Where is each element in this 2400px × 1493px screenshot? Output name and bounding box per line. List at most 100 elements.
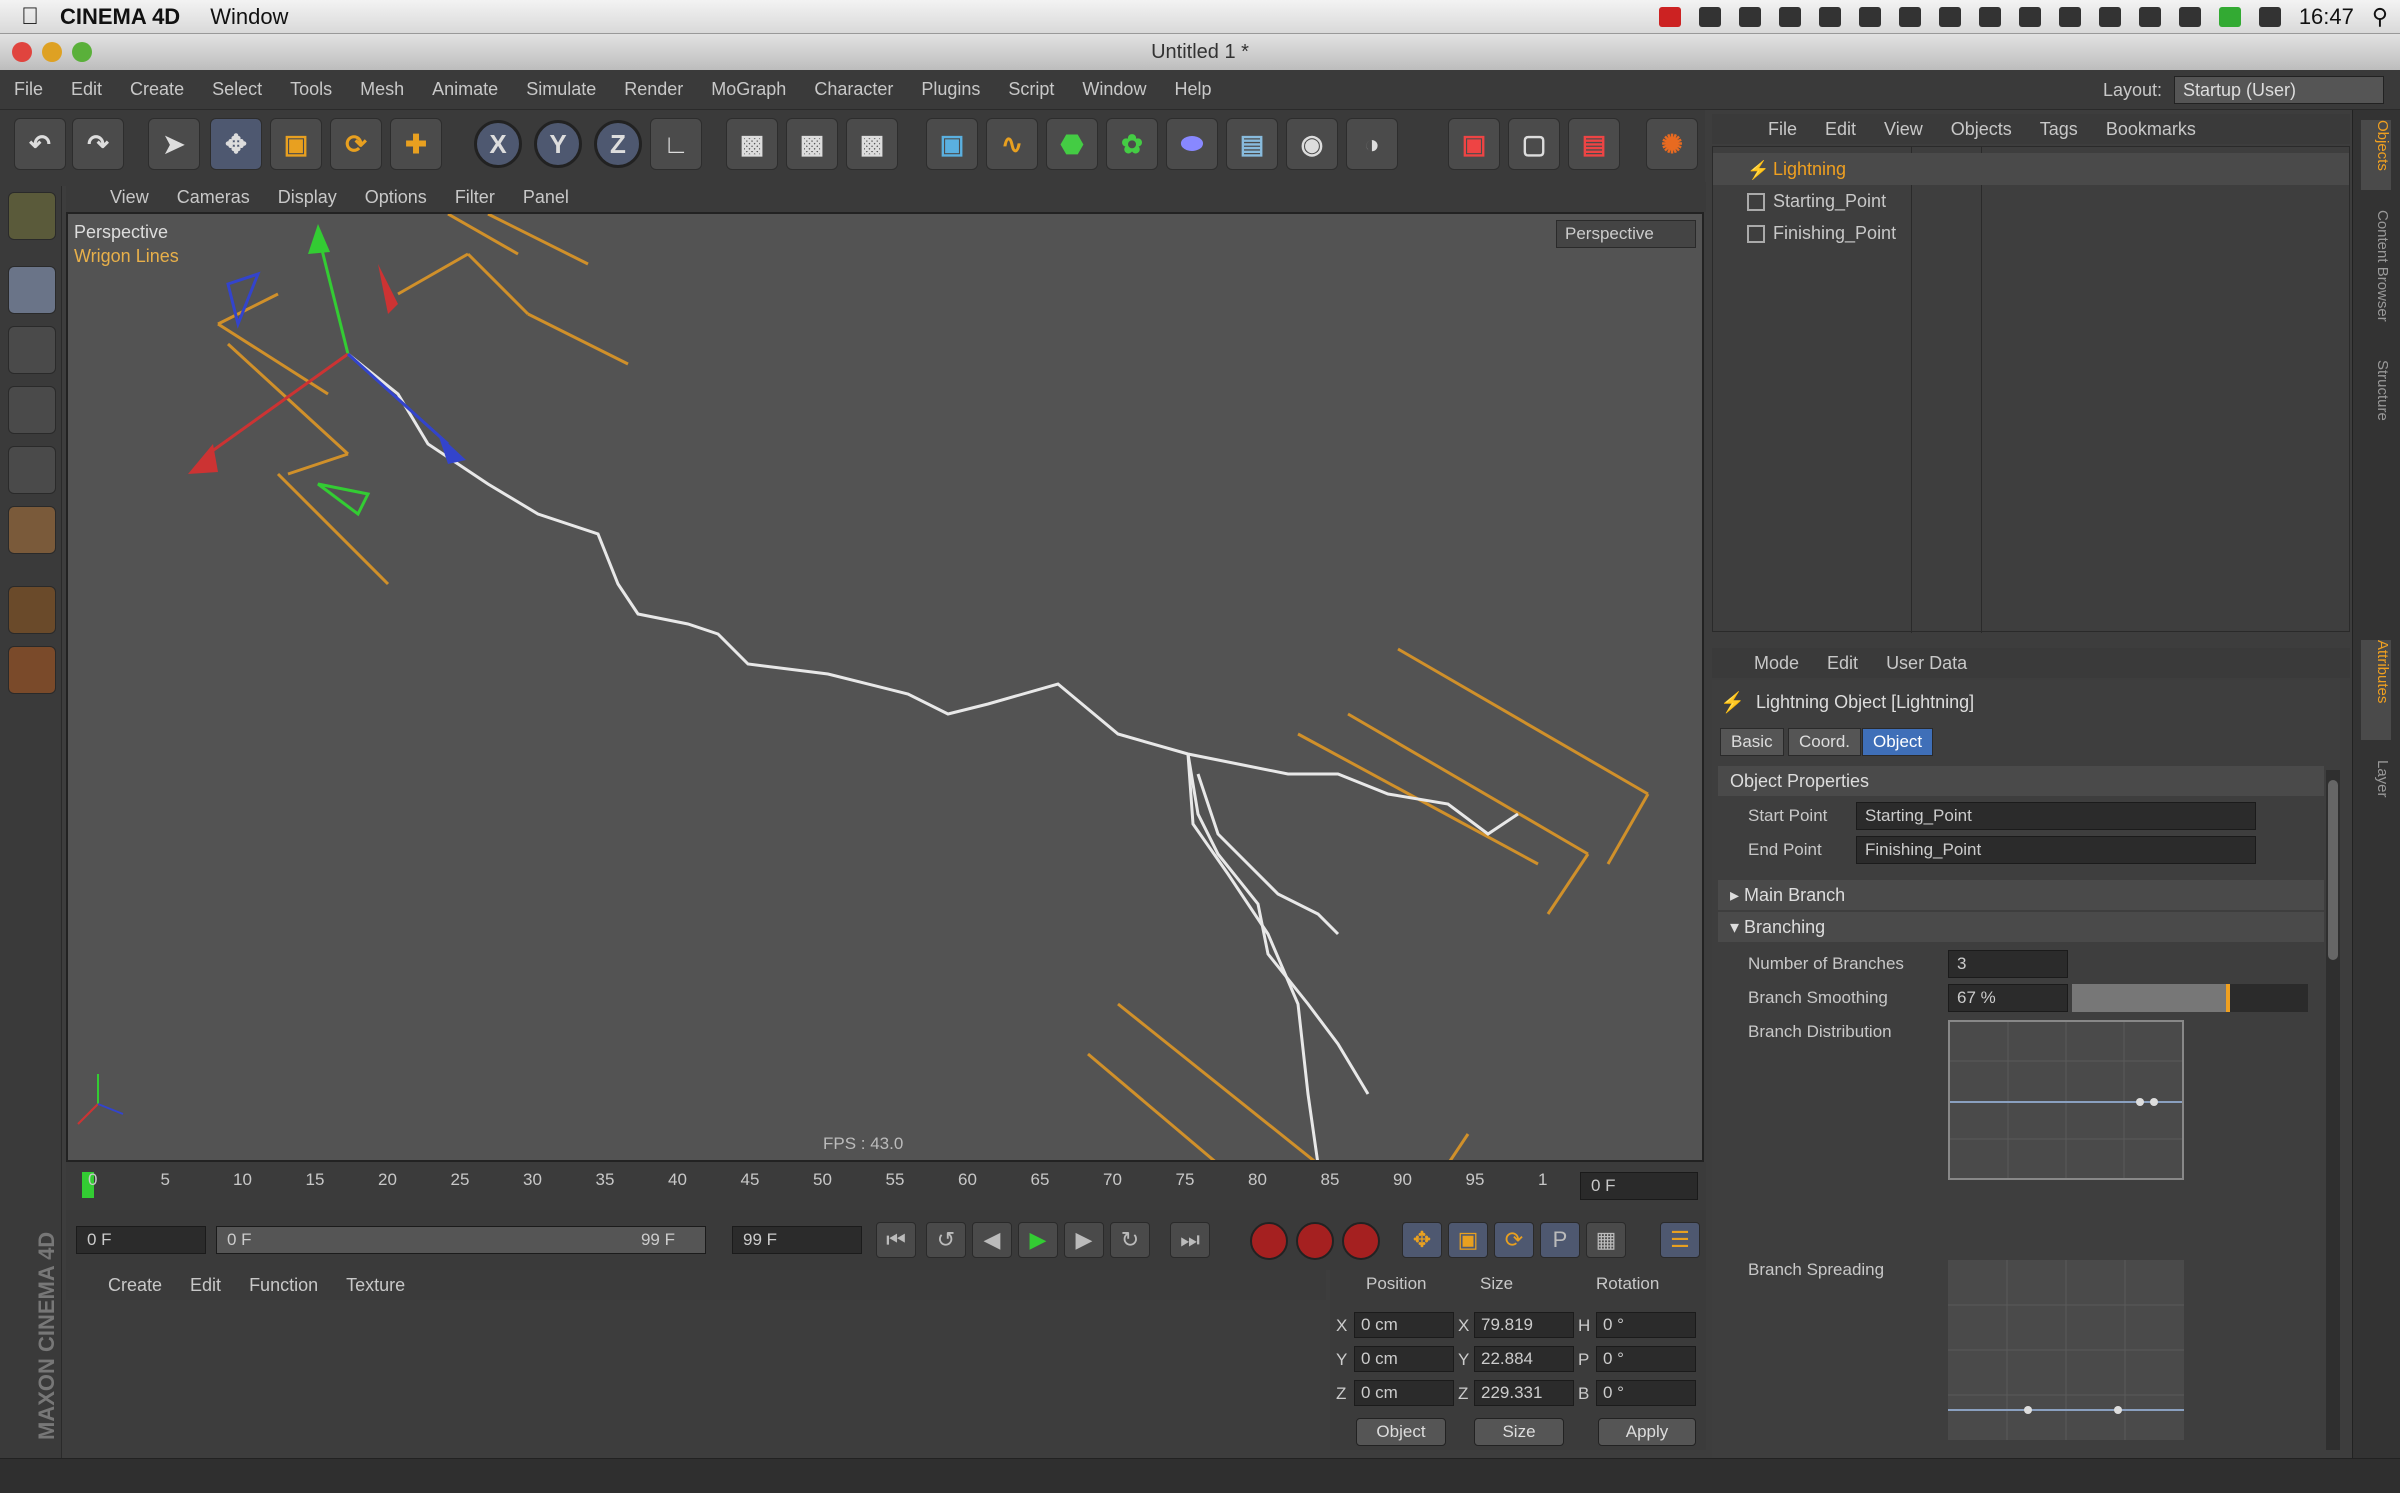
viewport-menu-filter[interactable]: Filter (455, 187, 495, 208)
render-view-icon[interactable]: ▩ (726, 118, 778, 170)
render-settings-icon[interactable]: ▩ (846, 118, 898, 170)
material-manager-area[interactable] (66, 1300, 1326, 1450)
key-position-icon[interactable]: ✥ (1402, 1222, 1442, 1258)
rotation-b-field[interactable]: 0 ° (1596, 1380, 1696, 1406)
viewport-perspective-button[interactable]: Perspective (1556, 220, 1696, 248)
start-frame-field[interactable]: 0 F (76, 1226, 206, 1254)
size-z-field[interactable]: 229.331 (1474, 1380, 1574, 1406)
tab-object[interactable]: Object (1862, 728, 1934, 756)
x-axis-lock-button[interactable]: X (474, 120, 522, 168)
layout-icon[interactable]: ▣ (1448, 118, 1500, 170)
timeline-ruler[interactable]: 0 5 10 15 20 25 30 35 40 45 50 55 60 65 70 75 80 85 90 95 1 (82, 1170, 1552, 1204)
snap-magnet-icon[interactable] (8, 646, 56, 694)
vtab-content-browser[interactable]: Content Browser (2361, 210, 2391, 340)
menu-render[interactable]: Render (624, 79, 683, 100)
rotation-p-field[interactable]: 0 ° (1596, 1346, 1696, 1372)
wifi-icon[interactable] (2138, 7, 2161, 27)
object-manager[interactable]: ⚡ Lightning Starting_Point Finishing_Poi… (1712, 146, 2350, 633)
folder-icon[interactable] (1858, 7, 1881, 27)
viewport-menu-panel[interactable]: Panel (523, 187, 569, 208)
points-mode-icon[interactable] (8, 386, 56, 434)
zoom-window-icon[interactable] (72, 42, 92, 62)
cloner-icon[interactable]: ✿ (1106, 118, 1158, 170)
check-icon[interactable] (2018, 7, 2041, 27)
layout-dropdown[interactable]: Startup (User) (2174, 76, 2384, 104)
bolt-icon[interactable] (2058, 7, 2081, 27)
am-menu-mode[interactable]: Mode (1754, 653, 1799, 674)
clock[interactable]: 16:47 (2299, 4, 2354, 30)
goto-end-icon[interactable]: ⏭ (1170, 1222, 1210, 1258)
key-pla-icon[interactable]: ▦ (1586, 1222, 1626, 1258)
layout-icon[interactable]: ▤ (1568, 118, 1620, 170)
rotation-h-field[interactable]: 0 ° (1596, 1312, 1696, 1338)
goto-start-icon[interactable]: ⏮ (876, 1222, 916, 1258)
coordinate-system-icon[interactable]: ∟ (650, 118, 702, 170)
vtab-structure[interactable]: Structure (2361, 360, 2391, 450)
tray-icon[interactable] (1658, 7, 1681, 27)
minimize-window-icon[interactable] (42, 42, 62, 62)
workplane-icon[interactable] (8, 586, 56, 634)
menu-simulate[interactable]: Simulate (526, 79, 596, 100)
apple-icon[interactable]:  (0, 3, 60, 31)
branch-smoothing-field[interactable]: 67 % (1948, 984, 2068, 1012)
am-menu-user-data[interactable]: User Data (1886, 653, 1967, 674)
tray-icon[interactable] (1818, 7, 1841, 27)
object-row-finishing-point[interactable]: Finishing_Point (1713, 217, 2349, 249)
om-menu-file[interactable]: File (1768, 119, 1797, 140)
tray-icon[interactable] (1778, 7, 1801, 27)
vtab-attributes[interactable]: Attributes (2361, 640, 2391, 740)
3d-viewport[interactable]: Perspective Wrigon Lines Perspective FPS… (66, 212, 1704, 1162)
position-z-field[interactable]: 0 cm (1354, 1380, 1454, 1406)
frame-range-slider[interactable]: 0 F 99 F (216, 1226, 706, 1254)
light-icon[interactable]: ◑ (1346, 118, 1398, 170)
om-menu-objects[interactable]: Objects (1951, 119, 2012, 140)
deformer-icon[interactable]: ⬬ (1166, 118, 1218, 170)
redo-icon[interactable]: ↷ (72, 118, 124, 170)
cube-object-icon[interactable]: ▣ (926, 118, 978, 170)
scrollbar-thumb[interactable] (2328, 780, 2338, 960)
menu-edit[interactable]: Edit (71, 79, 102, 100)
next-frame-icon[interactable]: ▶ (1064, 1222, 1104, 1258)
object-row-starting-point[interactable]: Starting_Point (1713, 185, 2349, 217)
menu-tools[interactable]: Tools (290, 79, 332, 100)
om-menu-view[interactable]: View (1884, 119, 1923, 140)
move-tool-icon[interactable]: ✥ (210, 118, 262, 170)
menu-file[interactable]: File (14, 79, 43, 100)
prev-frame-icon[interactable]: ◀ (972, 1222, 1012, 1258)
vtab-layer[interactable]: Layer (2361, 760, 2391, 820)
make-editable-icon[interactable] (8, 192, 56, 240)
coordinate-mode-dropdown[interactable]: Object (1356, 1418, 1446, 1446)
prev-key-icon[interactable]: ↺ (926, 1222, 966, 1258)
am-menu-edit[interactable]: Edit (1827, 653, 1858, 674)
apply-button[interactable]: Apply (1598, 1418, 1696, 1446)
close-window-icon[interactable] (12, 42, 32, 62)
tray-icon[interactable] (1938, 7, 1961, 27)
texture-mode-icon[interactable] (8, 326, 56, 374)
current-frame-field[interactable]: 0 F (1580, 1172, 1698, 1200)
subdivision-surface-icon[interactable]: ⬣ (1046, 118, 1098, 170)
tab-coord[interactable]: Coord. (1788, 728, 1862, 756)
branch-smoothing-slider[interactable] (2072, 984, 2308, 1012)
flag-icon[interactable] (2218, 7, 2241, 27)
record-active-icon[interactable] (1250, 1222, 1288, 1260)
menu-plugins[interactable]: Plugins (921, 79, 980, 100)
timeline[interactable]: 0 5 10 15 20 25 30 35 40 45 50 55 60 65 70 75 80 85 90 95 1 … (66, 1162, 1706, 1210)
branch-spreading-spline-graph[interactable] (1948, 1260, 2184, 1440)
size-mode-dropdown[interactable]: Size (1474, 1418, 1564, 1446)
scale-tool-icon[interactable]: ▣ (270, 118, 322, 170)
om-menu-bookmarks[interactable]: Bookmarks (2106, 119, 2196, 140)
menu-script[interactable]: Script (1008, 79, 1054, 100)
section-branching[interactable]: ▾ Branching (1718, 912, 2324, 942)
select-tool-icon[interactable]: ➤ (148, 118, 200, 170)
z-axis-lock-button[interactable]: Z (594, 120, 642, 168)
viewport-menu-options[interactable]: Options (365, 187, 427, 208)
start-point-link-field[interactable]: Starting_Point (1856, 802, 2256, 830)
object-row-lightning[interactable]: ⚡ Lightning (1713, 153, 2349, 185)
position-x-field[interactable]: 0 cm (1354, 1312, 1454, 1338)
tray-icon[interactable] (1738, 7, 1761, 27)
end-point-link-field[interactable]: Finishing_Point (1856, 836, 2256, 864)
om-menu-tags[interactable]: Tags (2040, 119, 2078, 140)
size-x-field[interactable]: 79.819 (1474, 1312, 1574, 1338)
undo-icon[interactable]: ↶ (14, 118, 66, 170)
menu-character[interactable]: Character (814, 79, 893, 100)
